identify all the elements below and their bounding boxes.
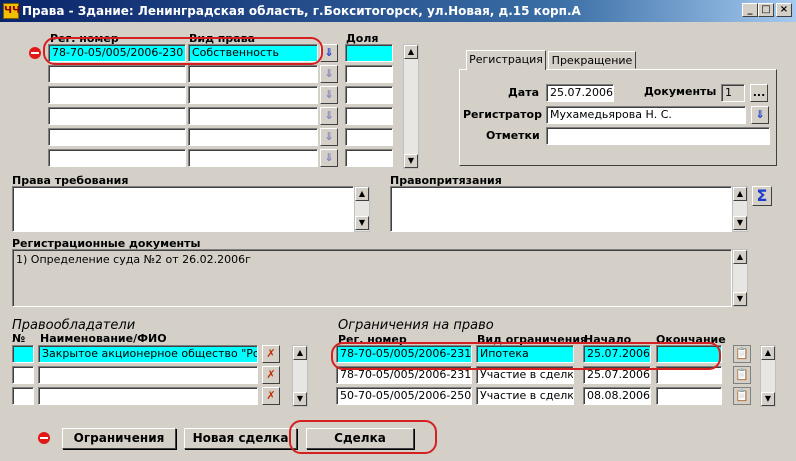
scroll-up-icon[interactable]: ▲ bbox=[733, 250, 747, 264]
registrar-label: Регистратор bbox=[463, 108, 542, 121]
stop-icon bbox=[38, 432, 50, 444]
arrow-down-icon[interactable]: ⇓ bbox=[320, 65, 338, 83]
rights-share-field[interactable] bbox=[345, 107, 393, 125]
rights-reg-field[interactable] bbox=[48, 149, 186, 167]
registrar-field[interactable]: Мухамедьярова Н. С. bbox=[546, 106, 746, 124]
scroll-down-icon[interactable]: ▼ bbox=[733, 292, 747, 306]
restriction-start-field[interactable]: 25.07.2006 bbox=[583, 345, 651, 363]
rights-share-field[interactable] bbox=[345, 44, 393, 62]
scroll-up-icon[interactable]: ▲ bbox=[761, 346, 775, 360]
holder-no-field[interactable] bbox=[12, 387, 34, 405]
scroll-down-icon[interactable]: ▼ bbox=[293, 392, 307, 406]
arrow-down-icon[interactable]: ⇓ bbox=[320, 107, 338, 125]
window-title: Права - Здание: Ленинградская область, г… bbox=[22, 4, 581, 18]
rights-reg-field[interactable] bbox=[48, 65, 186, 83]
arrow-down-icon[interactable]: ⇓ bbox=[320, 86, 338, 104]
date-field[interactable]: 25.07.2006 bbox=[546, 84, 614, 102]
new-deal-button[interactable]: Новая сделка bbox=[184, 428, 297, 449]
rights-share-field[interactable] bbox=[345, 65, 393, 83]
rights-reg-field[interactable] bbox=[48, 86, 186, 104]
scroll-down-icon[interactable]: ▼ bbox=[404, 154, 418, 168]
holders-col-no: № bbox=[12, 332, 26, 345]
restriction-type-field[interactable]: Ипотека bbox=[476, 345, 574, 363]
close-button[interactable]: × bbox=[776, 3, 792, 17]
scroll-up-icon[interactable]: ▲ bbox=[355, 187, 369, 201]
arrow-down-icon[interactable]: ⇓ bbox=[320, 128, 338, 146]
clipboard-icon[interactable]: 📋 bbox=[733, 387, 751, 405]
tab-termination[interactable]: Прекращение bbox=[548, 51, 636, 69]
rights-type-field[interactable] bbox=[188, 107, 318, 125]
restriction-start-field[interactable]: 08.08.2006 bbox=[583, 387, 651, 405]
scroll-down-icon[interactable]: ▼ bbox=[761, 392, 775, 406]
rights-share-field[interactable] bbox=[345, 128, 393, 146]
restrictions-section-title: Ограничения на право bbox=[338, 318, 494, 333]
rights-share-field[interactable] bbox=[345, 86, 393, 104]
scroll-up-icon[interactable]: ▲ bbox=[293, 346, 307, 360]
restriction-type-field[interactable]: Участие в сделке bbox=[476, 387, 574, 405]
scroll-down-icon[interactable]: ▼ bbox=[355, 216, 369, 230]
window-title-bar: Права - Здание: Ленинградская область, г… bbox=[0, 0, 796, 22]
rights-type-field[interactable] bbox=[188, 65, 318, 83]
arrow-down-icon[interactable]: ⇓ bbox=[320, 149, 338, 167]
rights-reg-field[interactable]: 78-70-05/005/2006-230 bbox=[48, 44, 186, 62]
docs-browse-button[interactable]: ... bbox=[750, 84, 768, 102]
notes-label: Отметки bbox=[486, 129, 540, 142]
arrow-down-icon[interactable]: ⇓ bbox=[320, 44, 338, 62]
delete-icon[interactable]: ✗ bbox=[262, 387, 280, 405]
holder-name-field[interactable] bbox=[38, 366, 258, 384]
rights-reg-field[interactable] bbox=[48, 128, 186, 146]
app-icon: ЧЧ bbox=[3, 3, 20, 19]
restriction-reg-field[interactable]: 78-70-05/005/2006-231 bbox=[336, 366, 472, 384]
pretensions-field[interactable] bbox=[390, 186, 732, 232]
holders-col-name: Наименование/ФИО bbox=[40, 332, 167, 345]
clipboard-icon[interactable]: 📋 bbox=[733, 366, 751, 384]
sum-icon[interactable]: Σ bbox=[752, 186, 772, 206]
deal-button[interactable]: Сделка bbox=[306, 428, 414, 449]
clipboard-icon[interactable]: 📋 bbox=[733, 345, 751, 363]
rights-scrollbar[interactable] bbox=[403, 44, 419, 169]
stop-icon bbox=[29, 47, 41, 59]
restriction-end-field[interactable] bbox=[656, 387, 722, 405]
maximize-button[interactable]: □ bbox=[758, 3, 774, 17]
registrar-dropdown-icon[interactable]: ⇓ bbox=[751, 106, 769, 124]
docs-count: 1 bbox=[721, 84, 745, 102]
holders-section-title: Правообладатели bbox=[12, 318, 136, 333]
scroll-up-icon[interactable]: ▲ bbox=[404, 45, 418, 59]
holder-name-field[interactable] bbox=[38, 387, 258, 405]
restriction-start-field[interactable]: 25.07.2006 bbox=[583, 366, 651, 384]
restriction-end-field[interactable] bbox=[656, 366, 722, 384]
delete-icon[interactable]: ✗ bbox=[262, 345, 280, 363]
delete-icon[interactable]: ✗ bbox=[262, 366, 280, 384]
tab-registration[interactable]: Регистрация bbox=[466, 50, 546, 70]
restriction-end-field[interactable] bbox=[656, 345, 722, 363]
rights-type-field[interactable]: Собственность bbox=[188, 44, 318, 62]
rights-type-field[interactable] bbox=[188, 128, 318, 146]
restriction-reg-field[interactable]: 50-70-05/005/2006-250 bbox=[336, 387, 472, 405]
restriction-type-field[interactable]: Участие в сделке bbox=[476, 366, 574, 384]
reg-docs-field[interactable]: 1) Определение суда №2 от 26.02.2006г bbox=[12, 249, 732, 307]
rights-type-field[interactable] bbox=[188, 86, 318, 104]
scroll-down-icon[interactable]: ▼ bbox=[733, 216, 747, 230]
rights-reg-field[interactable] bbox=[48, 107, 186, 125]
restrictions-button[interactable]: Ограничения bbox=[62, 428, 176, 449]
holder-no-field[interactable] bbox=[12, 366, 34, 384]
notes-field[interactable] bbox=[546, 127, 770, 145]
scroll-up-icon[interactable]: ▲ bbox=[733, 187, 747, 201]
minimize-button[interactable]: _ bbox=[742, 3, 758, 17]
docs-label: Документы bbox=[644, 85, 717, 98]
date-label: Дата bbox=[508, 86, 540, 99]
holder-no-field[interactable] bbox=[12, 345, 34, 363]
holder-name-field[interactable]: Закрытое акционерное общество "Рома bbox=[38, 345, 258, 363]
rights-share-field[interactable] bbox=[345, 149, 393, 167]
restriction-reg-field[interactable]: 78-70-05/005/2006-231 bbox=[336, 345, 472, 363]
rights-type-field[interactable] bbox=[188, 149, 318, 167]
claims-field[interactable] bbox=[12, 186, 354, 232]
